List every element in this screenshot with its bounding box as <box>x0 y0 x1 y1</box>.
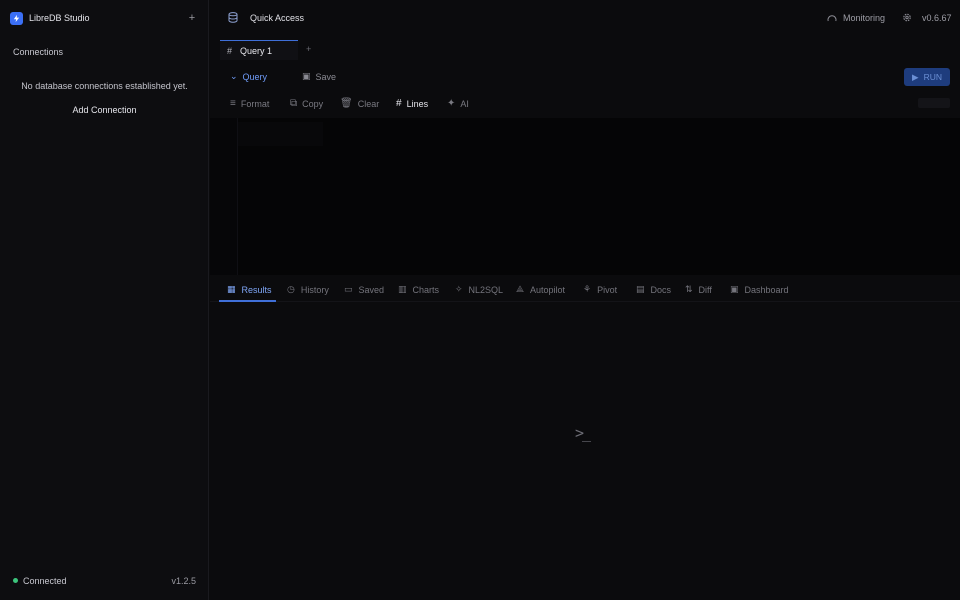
terminal-icon: >_ <box>575 424 591 442</box>
tab-label: Query 1 <box>240 46 273 56</box>
database-icon <box>228 12 238 23</box>
query-mode-button[interactable]: ⌄ Query <box>230 71 267 82</box>
version-label: v0.6.67 <box>922 13 952 23</box>
hash-icon: # <box>396 98 402 109</box>
line-number-gutter <box>210 118 238 275</box>
lines-toggle[interactable]: # Lines <box>396 98 428 109</box>
copy-label: Copy <box>302 98 324 109</box>
diff-icon: ⇅ <box>685 284 693 294</box>
tab-autopilot[interactable]: ⟁ Autopilot <box>516 284 565 295</box>
run-label: RUN <box>923 72 942 82</box>
connection-status-bar: Connected v1.2.5 <box>0 570 209 594</box>
tab-results[interactable]: ▦ Results <box>227 284 272 295</box>
empty-connections-message: No database connections established yet. <box>21 81 188 91</box>
tab-label: Diff <box>698 284 712 295</box>
hash-icon: # <box>227 46 233 56</box>
ai-button[interactable]: ✦ AI <box>447 98 469 109</box>
add-connection-button[interactable]: Add Connection <box>0 105 209 115</box>
tab-label: History <box>300 284 329 295</box>
code-icon: ⌄ <box>230 71 238 81</box>
play-icon: ▶ <box>912 71 919 82</box>
status-dot-icon <box>13 578 18 583</box>
settings-icon[interactable] <box>902 12 912 23</box>
trash-icon: 🗑 <box>340 98 353 109</box>
dashboard-icon: ▣ <box>730 284 739 294</box>
tab-label: Charts <box>412 284 440 295</box>
chart-icon: ▥ <box>398 284 407 294</box>
tab-saved[interactable]: ▭ Saved <box>344 284 384 295</box>
tab-query-1[interactable]: # Query 1 <box>220 40 298 60</box>
editor-hint <box>918 98 950 108</box>
monitoring-button[interactable]: Monitoring <box>843 13 885 23</box>
results-panel: >_ <box>210 304 960 600</box>
lines-label: Lines <box>406 98 429 109</box>
connection-status: Connected <box>23 576 67 586</box>
tab-label: Docs <box>650 284 672 295</box>
app-logo-icon <box>10 11 23 25</box>
quick-access-button[interactable]: Quick Access <box>250 13 304 23</box>
sidebar: LibreDB Studio + Connections No database… <box>0 0 209 600</box>
tab-label: NL2SQL <box>468 284 504 295</box>
format-label: Format <box>240 98 270 109</box>
tab-label: Results <box>241 284 272 295</box>
query-toolbar: ⌄ Query ▣ Save ▶ RUN <box>210 64 960 90</box>
top-bar: Quick Access Monitoring v0.6.67 <box>210 0 960 36</box>
clear-button[interactable]: 🗑 Clear <box>340 98 379 109</box>
add-connection-icon-button[interactable]: + <box>186 11 198 25</box>
pivot-icon: ⚘ <box>583 284 592 294</box>
sparkle-icon: ✦ <box>447 98 456 109</box>
format-button[interactable]: ≡ Format <box>230 98 269 109</box>
active-tab-indicator <box>219 300 276 302</box>
save-icon: ▣ <box>302 71 311 81</box>
tab-docs[interactable]: ▤ Docs <box>636 284 671 295</box>
app-version: v1.2.5 <box>171 576 196 586</box>
docs-icon: ▤ <box>636 284 645 294</box>
clear-label: Clear <box>357 98 380 109</box>
save-label: Save <box>315 71 337 82</box>
tab-label: Autopilot <box>530 284 566 295</box>
tab-pivot[interactable]: ⚘ Pivot <box>583 284 617 295</box>
brand: LibreDB Studio <box>10 11 90 25</box>
tab-label: Dashboard <box>744 284 789 295</box>
bookmark-icon: ▭ <box>344 284 353 294</box>
query-mode-label: Query <box>242 71 268 82</box>
grid-icon: ▦ <box>227 284 236 294</box>
tab-label: Saved <box>358 284 385 295</box>
tab-charts[interactable]: ▥ Charts <box>398 284 439 295</box>
copy-icon: ⧉ <box>290 98 298 109</box>
tab-label: Pivot <box>597 284 618 295</box>
save-button[interactable]: ▣ Save <box>302 71 336 82</box>
tab-nl2sql[interactable]: ✧ NL2SQL <box>455 284 503 295</box>
connections-title: Connections <box>13 47 64 57</box>
sparkle-icon: ✧ <box>455 284 463 294</box>
tab-diff[interactable]: ⇅ Diff <box>685 284 712 295</box>
clock-icon: ◷ <box>287 284 295 294</box>
monitoring-icon <box>827 15 837 22</box>
autopilot-icon: ⟁ <box>516 284 525 294</box>
run-button[interactable]: ▶ RUN <box>904 68 950 86</box>
current-line-highlight <box>238 122 323 146</box>
copy-button[interactable]: ⧉ Copy <box>290 98 323 109</box>
new-tab-button[interactable]: + <box>306 44 311 54</box>
tab-history[interactable]: ◷ History <box>287 284 329 295</box>
app-name: LibreDB Studio <box>29 13 90 23</box>
sql-editor[interactable] <box>210 118 960 275</box>
format-icon: ≡ <box>230 98 236 109</box>
ai-label: AI <box>460 98 469 109</box>
tab-dashboard[interactable]: ▣ Dashboard <box>730 284 789 295</box>
editor-tools: ≡ Format ⧉ Copy 🗑 Clear # Lines ✦ AI <box>210 92 960 116</box>
result-tabs: ▦ Results ◷ History ▭ Saved ▥ Charts ✧ N… <box>210 278 960 302</box>
